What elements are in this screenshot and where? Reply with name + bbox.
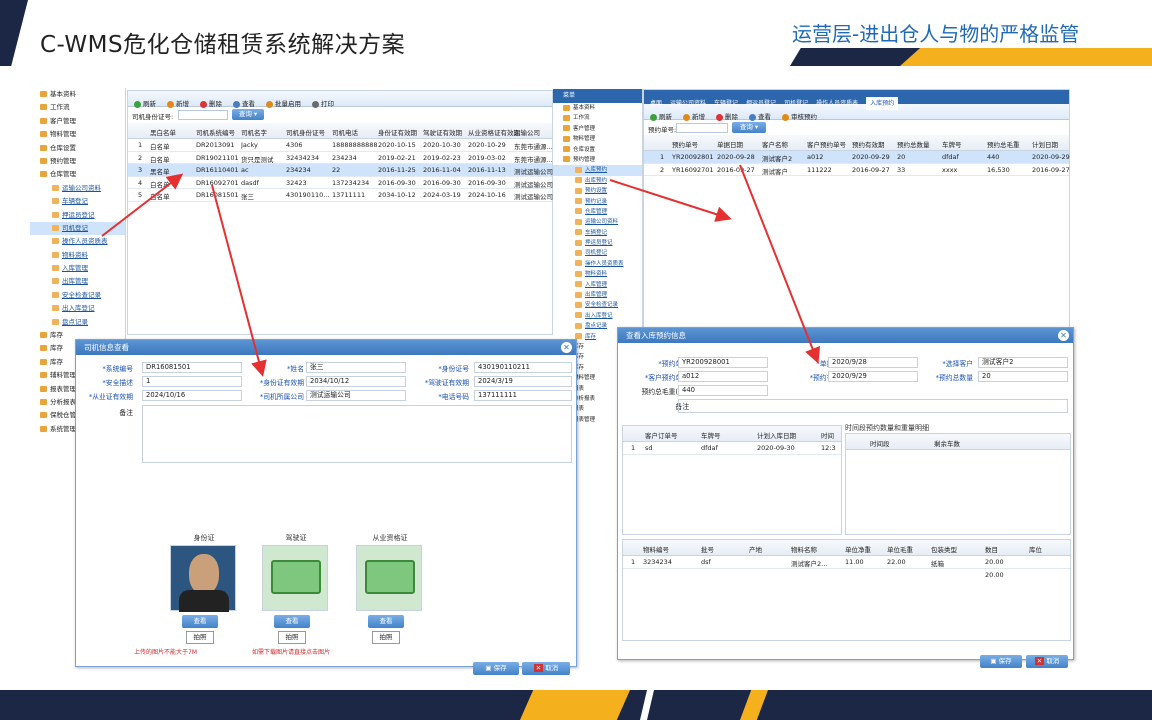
arrow-booking-to-dialog (739, 164, 821, 364)
arrow-list-to-dialog (211, 184, 267, 377)
annotation-arrows (101, 164, 821, 377)
footer-gold-stripe (520, 690, 630, 720)
arrow-nav-to-list (101, 173, 184, 237)
arrow-nav-to-booking (609, 179, 732, 222)
slide: { "slide": { "title": "C-WMS危化仓储租赁系统解决方案… (0, 0, 1152, 720)
